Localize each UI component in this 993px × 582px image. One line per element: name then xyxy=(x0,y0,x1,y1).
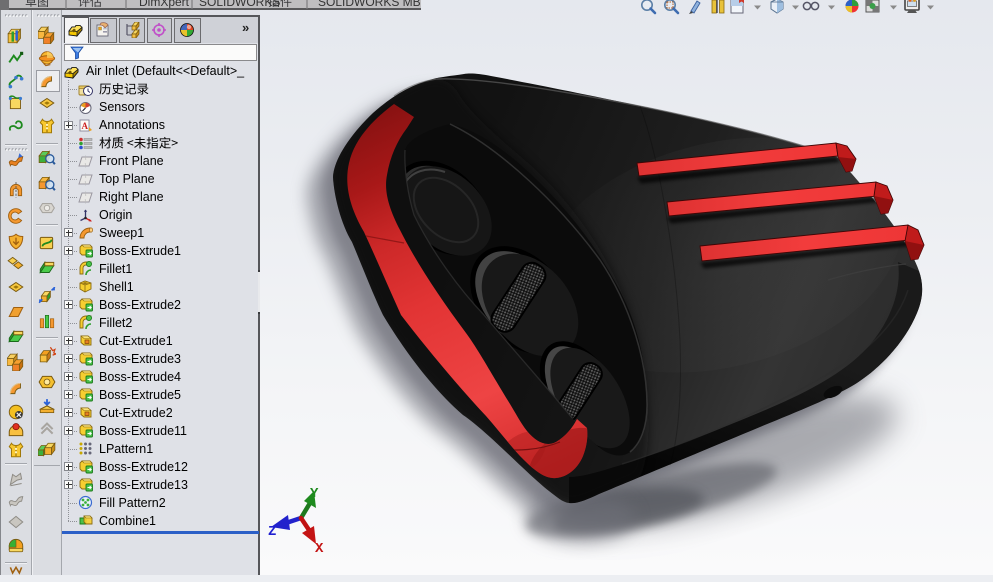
svg-text:A: A xyxy=(82,121,89,131)
svg-text:Z: Z xyxy=(268,524,276,540)
svg-text:SOLIDWORKS: SOLIDWORKS xyxy=(199,0,280,9)
svg-text:Y: Y xyxy=(310,486,319,502)
svg-text:SOLIDWORKS MBD: SOLIDWORKS MBD xyxy=(318,0,421,9)
svg-text:DimXpert: DimXpert xyxy=(139,0,190,9)
svg-text:X: X xyxy=(315,541,324,557)
